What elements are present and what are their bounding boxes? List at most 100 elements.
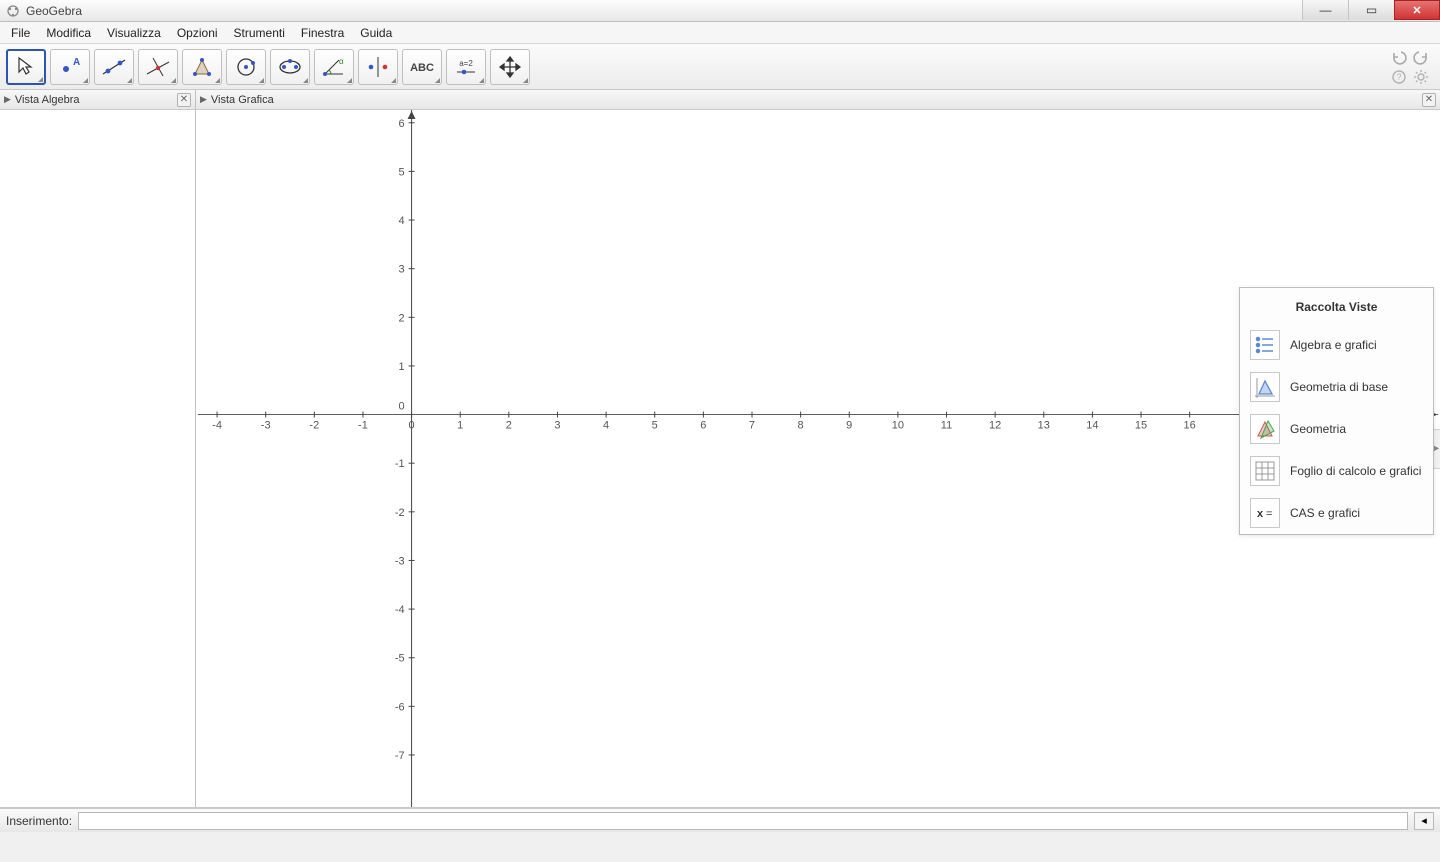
svg-text:6: 6 bbox=[700, 420, 706, 432]
svg-text:3: 3 bbox=[398, 264, 404, 276]
graphics-panel-close[interactable]: ✕ bbox=[1422, 93, 1436, 107]
svg-text:16: 16 bbox=[1184, 420, 1196, 432]
redo-icon[interactable] bbox=[1412, 48, 1430, 66]
menu-guida[interactable]: Guida bbox=[353, 24, 399, 42]
svg-text:-3: -3 bbox=[395, 555, 405, 567]
move-view-tool[interactable] bbox=[490, 49, 530, 85]
svg-text:ABC: ABC bbox=[410, 62, 434, 74]
cas-icon: x= bbox=[1250, 498, 1280, 528]
svg-text:1: 1 bbox=[398, 361, 404, 373]
svg-text:1: 1 bbox=[457, 420, 463, 432]
views-item-0[interactable]: Algebra e grafici bbox=[1240, 324, 1433, 366]
svg-text:-3: -3 bbox=[261, 420, 271, 432]
graphics-panel: ▶ Vista Grafica ✕ -4-3-2-101234567891011… bbox=[196, 90, 1440, 807]
grid-icon bbox=[1250, 456, 1280, 486]
svg-text:7: 7 bbox=[749, 420, 755, 432]
perpendicular-tool[interactable] bbox=[138, 49, 178, 85]
reflect-tool[interactable] bbox=[358, 49, 398, 85]
views-item-label: Geometria di base bbox=[1290, 380, 1388, 394]
menu-file[interactable]: File bbox=[4, 24, 37, 42]
svg-text:-6: -6 bbox=[395, 701, 405, 713]
point-tool[interactable]: A bbox=[50, 49, 90, 85]
svg-text:3: 3 bbox=[554, 420, 560, 432]
window-title: GeoGebra bbox=[26, 4, 82, 18]
list-icon bbox=[1250, 330, 1280, 360]
triangle-multi-icon bbox=[1250, 414, 1280, 444]
polygon-tool[interactable] bbox=[182, 49, 222, 85]
svg-text:10: 10 bbox=[892, 420, 904, 432]
svg-text:12: 12 bbox=[989, 420, 1001, 432]
graphics-panel-title: Vista Grafica bbox=[211, 94, 274, 106]
views-collection-panel: Raccolta Viste Algebra e grafici Geometri… bbox=[1239, 287, 1434, 535]
svg-text:0: 0 bbox=[409, 420, 415, 432]
chevron-right-icon: ▶ bbox=[4, 94, 11, 105]
maximize-button[interactable]: ▭ bbox=[1348, 0, 1394, 20]
svg-text:8: 8 bbox=[798, 420, 804, 432]
move-tool[interactable] bbox=[6, 49, 46, 85]
views-item-label: Algebra e grafici bbox=[1290, 338, 1377, 352]
app-icon bbox=[6, 4, 20, 18]
svg-text:2: 2 bbox=[398, 312, 404, 324]
text-tool[interactable]: ABC bbox=[402, 49, 442, 85]
svg-text:13: 13 bbox=[1038, 420, 1050, 432]
views-item-1[interactable]: Geometria di base bbox=[1240, 366, 1433, 408]
menu-visualizza[interactable]: Visualizza bbox=[100, 24, 168, 42]
svg-text:9: 9 bbox=[846, 420, 852, 432]
slider-tool[interactable]: a=2 bbox=[446, 49, 486, 85]
svg-text:5: 5 bbox=[652, 420, 658, 432]
views-item-2[interactable]: Geometria bbox=[1240, 408, 1433, 450]
algebra-panel-header[interactable]: ▶ Vista Algebra ✕ bbox=[0, 90, 195, 110]
algebra-panel-close[interactable]: ✕ bbox=[177, 93, 191, 107]
views-item-label: Foglio di calcolo e grafici bbox=[1290, 464, 1421, 478]
settings-icon[interactable] bbox=[1412, 68, 1430, 86]
input-bar: Inserimento: ◂ bbox=[0, 808, 1440, 832]
chevron-right-icon: ▶ bbox=[200, 94, 207, 105]
svg-text:-2: -2 bbox=[395, 507, 405, 519]
svg-text:α: α bbox=[339, 57, 344, 66]
svg-text:-5: -5 bbox=[395, 653, 405, 665]
svg-text:6: 6 bbox=[398, 118, 404, 130]
menu-finestra[interactable]: Finestra bbox=[294, 24, 351, 42]
svg-text:-4: -4 bbox=[395, 604, 405, 616]
svg-text:-7: -7 bbox=[395, 750, 405, 762]
line-tool[interactable] bbox=[94, 49, 134, 85]
conic-tool[interactable] bbox=[270, 49, 310, 85]
svg-text:4: 4 bbox=[603, 420, 609, 432]
algebra-panel-title: Vista Algebra bbox=[15, 94, 80, 106]
undo-icon[interactable] bbox=[1390, 48, 1408, 66]
svg-text:?: ? bbox=[1396, 72, 1401, 82]
views-item-3[interactable]: Foglio di calcolo e grafici bbox=[1240, 450, 1433, 492]
circle-tool[interactable] bbox=[226, 49, 266, 85]
minimize-button[interactable]: — bbox=[1302, 0, 1348, 20]
svg-text:4: 4 bbox=[398, 215, 404, 227]
window-controls: — ▭ ✕ bbox=[1302, 0, 1440, 21]
views-item-label: Geometria bbox=[1290, 422, 1346, 436]
views-item-4[interactable]: x= CAS e grafici bbox=[1240, 492, 1433, 534]
svg-text:-2: -2 bbox=[309, 420, 319, 432]
algebra-content bbox=[0, 110, 195, 807]
input-helper-button[interactable]: ◂ bbox=[1414, 812, 1434, 830]
views-item-label: CAS e grafici bbox=[1290, 506, 1360, 520]
triangle-blue-icon bbox=[1250, 372, 1280, 402]
svg-text:a=2: a=2 bbox=[459, 59, 473, 68]
svg-text:-1: -1 bbox=[358, 420, 368, 432]
input-field[interactable] bbox=[78, 812, 1408, 830]
menu-modifica[interactable]: Modifica bbox=[39, 24, 98, 42]
menu-strumenti[interactable]: Strumenti bbox=[227, 24, 292, 42]
svg-text:5: 5 bbox=[398, 166, 404, 178]
svg-text:=: = bbox=[1266, 508, 1272, 520]
close-button[interactable]: ✕ bbox=[1394, 0, 1440, 20]
toolbar-right: ? bbox=[1390, 48, 1434, 86]
views-collection-title: Raccolta Viste bbox=[1240, 288, 1433, 324]
svg-text:A: A bbox=[73, 57, 80, 68]
input-bar-label: Inserimento: bbox=[6, 814, 72, 828]
menu-opzioni[interactable]: Opzioni bbox=[170, 24, 225, 42]
graphics-panel-header[interactable]: ▶ Vista Grafica ✕ bbox=[196, 90, 1440, 110]
svg-text:0: 0 bbox=[398, 401, 404, 413]
svg-text:-4: -4 bbox=[212, 420, 222, 432]
help-icon[interactable]: ? bbox=[1390, 68, 1408, 86]
toolbar: Aα ABC a=2 ? bbox=[0, 44, 1440, 90]
tool-group: Aα ABC a=2 bbox=[6, 49, 530, 85]
window-titlebar: GeoGebra — ▭ ✕ bbox=[0, 0, 1440, 22]
angle-tool[interactable]: α bbox=[314, 49, 354, 85]
